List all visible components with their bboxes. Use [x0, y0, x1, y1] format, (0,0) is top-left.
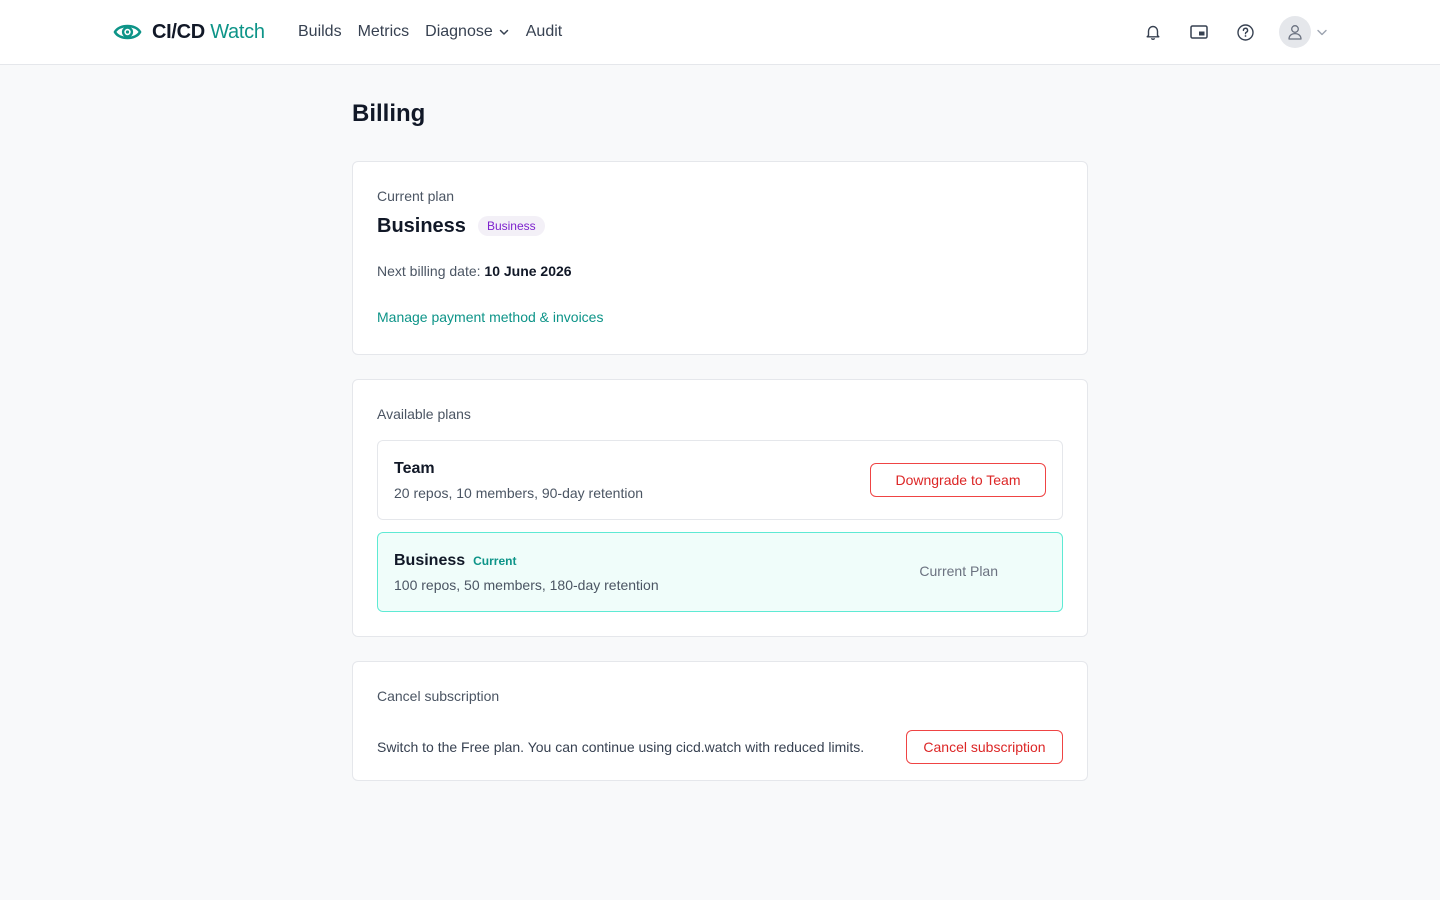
cancel-subscription-card: Cancel subscription Switch to the Free p… — [352, 661, 1088, 781]
chevron-down-icon — [1317, 29, 1327, 36]
bell-icon — [1146, 25, 1160, 41]
billing-date-value: 10 June 2026 — [484, 263, 572, 279]
current-plan-label: Current plan — [377, 188, 455, 204]
cancel-description: Switch to the Free plan. You can continu… — [377, 739, 865, 755]
eye-logo-icon — [113, 24, 142, 40]
notifications-button[interactable] — [1141, 20, 1165, 44]
nav-diagnose-label: Diagnose — [425, 23, 493, 40]
available-plans-card: Available plans Team 20 repos, 10 member… — [352, 379, 1088, 637]
cancel-row: Switch to the Free plan. You can continu… — [377, 730, 1063, 764]
plan-option-name: Business — [394, 552, 466, 569]
current-plan-indicator: Current Plan — [919, 563, 998, 579]
app-name: CI/CD Watch — [152, 21, 265, 44]
user-icon — [1288, 25, 1302, 40]
downgrade-to-team-button[interactable]: Downgrade to Team — [870, 463, 1046, 497]
billing-page: Billing Current plan Business Business N… — [352, 65, 1088, 781]
header-actions — [1119, 0, 1328, 64]
page-title: Billing — [352, 100, 426, 127]
next-billing-date: Next billing date: 10 June 2026 — [377, 261, 1063, 281]
picture-in-picture-icon — [1190, 25, 1208, 39]
user-menu[interactable] — [1279, 16, 1328, 48]
current-plan-row: Business Business — [377, 214, 1063, 238]
cancel-subscription-button[interactable]: Cancel subscription — [906, 730, 1063, 764]
current-tag: Current — [473, 554, 517, 568]
main-nav: Builds Metrics Diagnose Audit — [298, 0, 578, 64]
manage-payment-link[interactable]: Manage payment method & invoices — [377, 307, 603, 327]
chevron-down-icon — [499, 29, 508, 35]
app-name-light: Watch — [210, 20, 265, 43]
nav-diagnose[interactable]: Diagnose — [425, 23, 510, 41]
nav-metrics[interactable]: Metrics — [358, 23, 410, 41]
current-plan-name: Business — [377, 215, 466, 237]
nav-audit[interactable]: Audit — [526, 23, 562, 41]
app-name-bold: CI/CD — [152, 20, 205, 43]
available-plans-label: Available plans — [377, 406, 471, 422]
help-circle-icon — [1236, 23, 1254, 41]
avatar — [1279, 16, 1311, 48]
plan-badge: Business — [477, 216, 545, 236]
billing-date-label: Next billing date: — [377, 263, 481, 279]
nav-builds[interactable]: Builds — [298, 23, 342, 41]
help-button[interactable] — [1233, 20, 1257, 44]
cancel-subscription-label: Cancel subscription — [377, 688, 500, 704]
plan-option-team: Team 20 repos, 10 members, 90-day retent… — [377, 440, 1063, 520]
app-logo[interactable]: CI/CD Watch — [113, 19, 265, 45]
current-plan-card: Current plan Business Business Next bill… — [352, 161, 1088, 355]
plan-option-business: Business Current 100 repos, 50 members, … — [377, 532, 1063, 612]
top-navigation-bar: CI/CD Watch Builds Metrics Diagnose Audi… — [0, 0, 1440, 65]
picture-in-picture-button[interactable] — [1187, 20, 1211, 44]
